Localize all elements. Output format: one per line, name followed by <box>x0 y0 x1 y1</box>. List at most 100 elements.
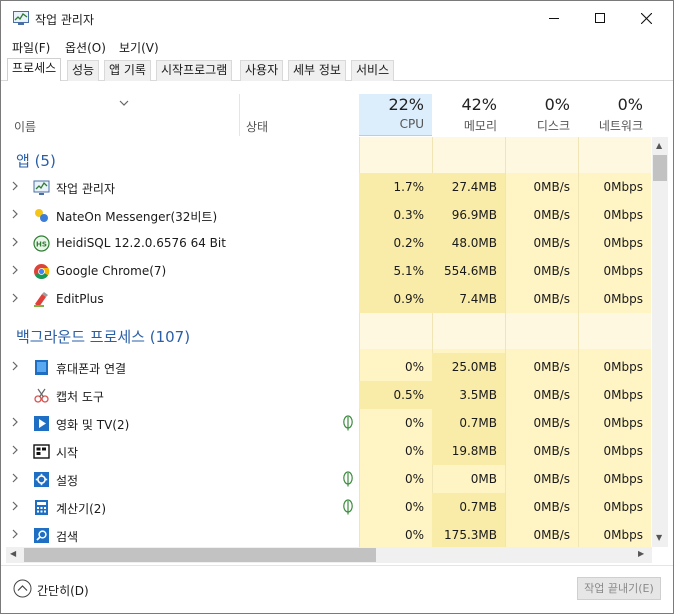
memory-cell: 554.6MB <box>432 257 505 285</box>
nateon-icon <box>33 207 50 224</box>
disk-cell: 0MB/s <box>533 528 570 542</box>
chevron-right-icon[interactable] <box>12 293 18 303</box>
group-header-apps[interactable]: 앱 (5) <box>6 137 652 173</box>
fewer-details-label: 간단히(D) <box>37 584 89 598</box>
cpu-cell: 0.9% <box>359 285 432 313</box>
disk-cell: 0MB/s <box>533 292 570 306</box>
close-button[interactable] <box>623 1 669 35</box>
end-task-button[interactable]: 작업 끝내기(E) <box>577 577 661 600</box>
process-row[interactable]: 계산기(2) 0% 0.7MB 0MB/s 0Mbps <box>6 493 652 521</box>
column-cpu-header[interactable]: 22% CPU <box>359 94 432 136</box>
process-row[interactable]: NateOn Messenger(32비트) 0.3% 96.9MB 0MB/s 0Mb… <box>6 201 652 229</box>
column-network-header[interactable]: 0% 네트워크 <box>578 94 651 136</box>
memory-cell: 0.7MB <box>432 493 505 521</box>
process-row[interactable]: 휴대폰과 연결 0% 25.0MB 0MB/s 0Mbps <box>6 353 652 381</box>
process-name: 설정 <box>56 474 79 488</box>
process-row[interactable]: Google Chrome(7) 5.1% 554.6MB 0MB/s 0Mbps <box>6 257 652 285</box>
process-name: 휴대폰과 연결 <box>56 362 127 376</box>
phone-link-icon <box>33 359 50 376</box>
tab-app-history[interactable]: 앱 기록 <box>104 60 151 81</box>
disk-cell: 0MB/s <box>533 472 570 486</box>
disk-cell: 0MB/s <box>533 264 570 278</box>
disk-cell: 0MB/s <box>533 360 570 374</box>
cpu-cell: 0% <box>404 444 424 458</box>
process-row[interactable]: 작업 관리자 1.7% 27.4MB 0MB/s 0Mbps <box>6 173 652 201</box>
memory-cell: 96.9MB <box>432 201 505 229</box>
suspended-leaf-icon <box>343 499 353 515</box>
process-name: 영화 및 TV(2) <box>56 418 130 432</box>
disk-cell: 0MB/s <box>533 180 570 194</box>
process-row[interactable]: 설정 0% 0MB 0MB/s 0Mbps <box>6 465 652 493</box>
process-row[interactable]: 시작 0% 19.8MB 0MB/s 0Mbps <box>6 437 652 465</box>
network-cell: 0Mbps <box>603 444 643 458</box>
process-row[interactable]: HS HeidiSQL 12.2.0.6576 64 Bit 0.2% 48.0MB 0… <box>6 229 652 257</box>
chevron-right-icon[interactable] <box>12 209 18 219</box>
chevron-right-icon[interactable] <box>12 473 18 483</box>
chrome-icon <box>33 263 50 280</box>
group-label-background: 백그라운드 프로세스 (107) <box>16 328 191 346</box>
chevron-right-icon[interactable] <box>12 181 18 191</box>
process-name: 작업 관리자 <box>56 182 116 196</box>
tab-processes[interactable]: 프로세스 <box>7 58 62 81</box>
memory-total-percent: 42% <box>461 95 497 114</box>
column-name-header[interactable]: 이름 <box>14 118 36 135</box>
chevron-right-icon[interactable] <box>12 417 18 427</box>
cpu-cell: 0.3% <box>359 201 432 229</box>
tab-performance[interactable]: 성능 <box>67 60 100 81</box>
menu-view[interactable]: 보기(V) <box>119 39 159 56</box>
memory-cell: 25.0MB <box>432 353 505 381</box>
search-icon <box>33 527 50 544</box>
memory-label: 메모리 <box>463 119 497 133</box>
vertical-scroll-thumb[interactable] <box>653 155 667 181</box>
title-bar[interactable]: 작업 관리자 <box>1 1 673 35</box>
maximize-button[interactable] <box>577 1 623 35</box>
process-row[interactable]: 영화 및 TV(2) 0% 0.7MB 0MB/s 0Mbps <box>6 409 652 437</box>
scroll-up-icon[interactable]: ▲ <box>656 141 662 150</box>
column-disk-header[interactable]: 0% 디스크 <box>505 94 578 136</box>
disk-cell: 0MB/s <box>533 236 570 250</box>
chevron-right-icon[interactable] <box>12 361 18 371</box>
process-row[interactable]: 검색 0% 175.3MB 0MB/s 0Mbps <box>6 521 652 547</box>
tab-startup[interactable]: 시작프로그램 <box>156 60 233 81</box>
scroll-down-icon[interactable]: ▼ <box>656 533 662 542</box>
disk-total-percent: 0% <box>544 95 570 114</box>
chevron-right-icon[interactable] <box>12 501 18 511</box>
chevron-right-icon[interactable] <box>12 529 18 539</box>
menu-file[interactable]: 파일(F) <box>12 39 50 56</box>
process-row[interactable]: EditPlus 0.9% 7.4MB 0MB/s 0Mbps <box>6 285 652 313</box>
scroll-right-icon[interactable]: ▶ <box>638 549 644 558</box>
memory-cell: 19.8MB <box>432 437 505 465</box>
process-name: NateOn Messenger(32비트) <box>56 210 218 224</box>
memory-cell: 3.5MB <box>432 381 505 409</box>
chevron-right-icon[interactable] <box>12 265 18 275</box>
minimize-button[interactable] <box>531 1 577 35</box>
tab-services[interactable]: 서비스 <box>351 60 395 81</box>
cpu-cell: 5.1% <box>359 257 432 285</box>
disk-label: 디스크 <box>536 119 570 133</box>
sort-chevron-down-icon[interactable] <box>119 100 129 106</box>
network-cell: 0Mbps <box>603 388 643 402</box>
memory-cell: 48.0MB <box>432 229 505 257</box>
movies-tv-icon <box>33 415 50 432</box>
disk-cell: 0MB/s <box>533 388 570 402</box>
disk-cell: 0MB/s <box>533 208 570 222</box>
scroll-left-icon[interactable]: ◀ <box>10 549 16 558</box>
menu-options[interactable]: 옵션(O) <box>65 39 106 56</box>
network-cell: 0Mbps <box>603 360 643 374</box>
vertical-scrollbar[interactable]: ▲ ▼ <box>652 137 668 547</box>
chevron-right-icon[interactable] <box>12 237 18 247</box>
fewer-details-button[interactable]: 간단히(D) <box>13 578 103 600</box>
chevron-right-icon[interactable] <box>12 445 18 455</box>
column-status-header[interactable]: 상태 <box>246 118 268 135</box>
horizontal-scroll-thumb[interactable] <box>24 548 376 562</box>
process-row[interactable]: 캡처 도구 0.5% 3.5MB 0MB/s 0Mbps <box>6 381 652 409</box>
tab-details[interactable]: 세부 정보 <box>288 60 346 81</box>
calculator-icon <box>33 499 50 516</box>
cpu-cell: 0% <box>404 500 424 514</box>
column-memory-header[interactable]: 42% 메모리 <box>432 94 505 136</box>
horizontal-scrollbar[interactable]: ◀ ▶ <box>6 547 652 563</box>
network-total-percent: 0% <box>617 95 643 114</box>
tab-users[interactable]: 사용자 <box>240 60 284 81</box>
group-header-background[interactable]: 백그라운드 프로세스 (107) <box>6 313 652 349</box>
cpu-cell: 0% <box>404 472 424 486</box>
